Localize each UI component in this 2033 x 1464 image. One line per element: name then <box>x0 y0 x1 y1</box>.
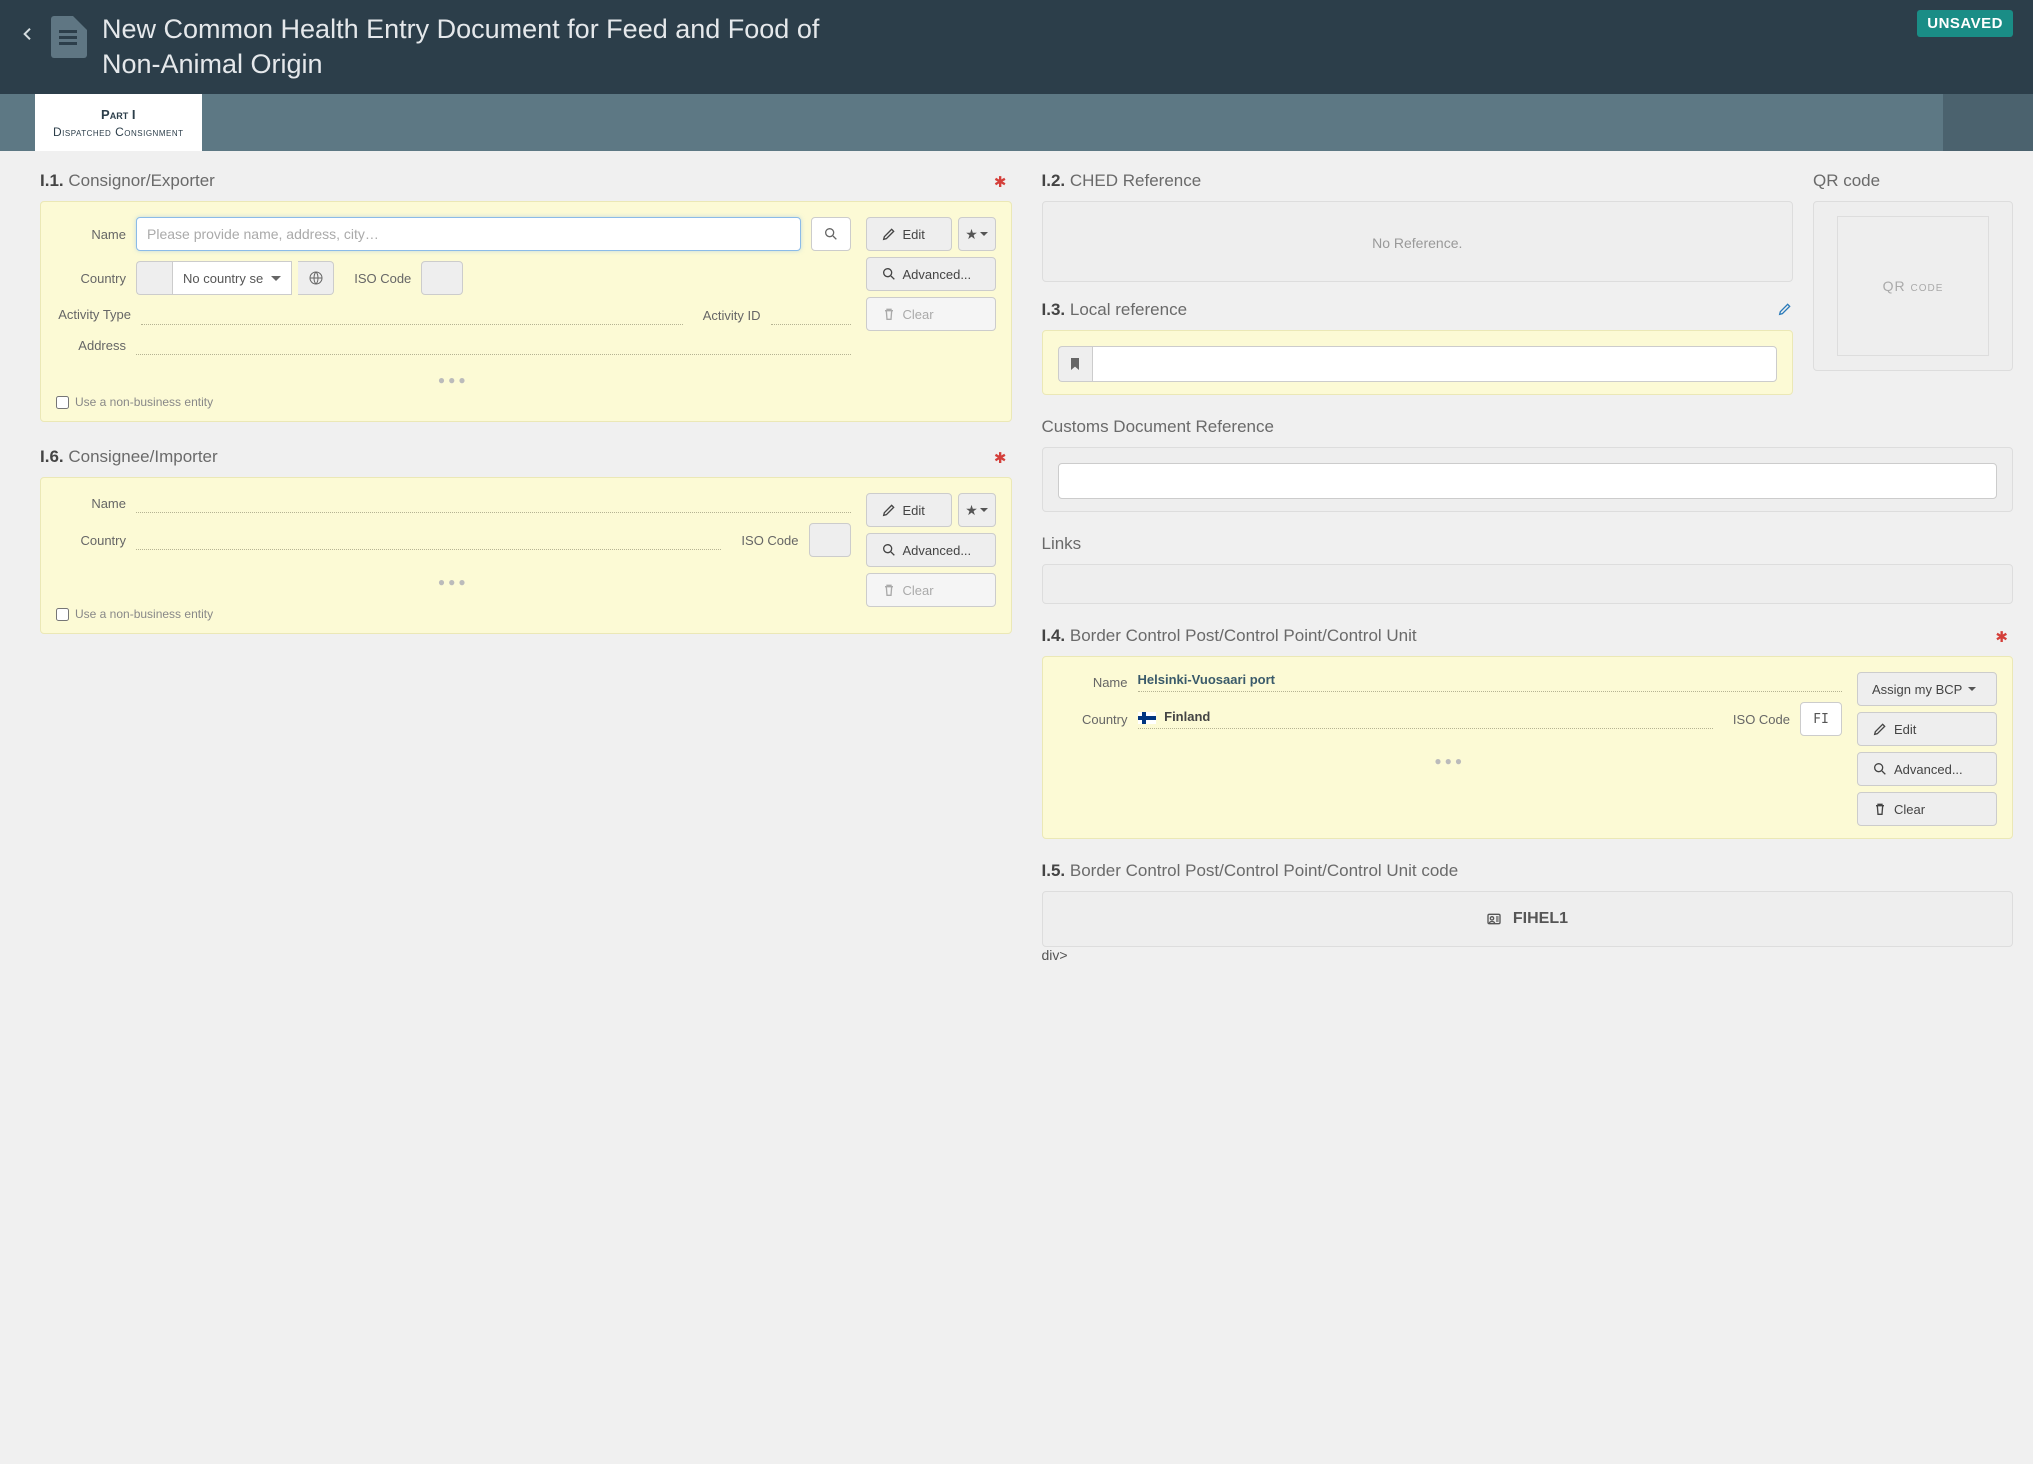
non-business-label: Use a non-business entity <box>75 607 213 621</box>
ellipsis-icon[interactable]: ●●● <box>56 365 851 395</box>
no-reference-text: No Reference. <box>1058 217 1778 269</box>
non-business-checkbox[interactable] <box>56 608 69 621</box>
non-business-checkbox[interactable] <box>56 396 69 409</box>
section-i4-title: I.4. Border Control Post/Control Point/C… <box>1042 626 2014 646</box>
tab-part-i[interactable]: Part I Dispatched Consignment <box>35 94 202 151</box>
bcp-name-value: Helsinki-Vuosaari port <box>1138 672 1843 692</box>
label-name: Name <box>1058 675 1128 690</box>
clear-button[interactable]: Clear <box>1857 792 1997 826</box>
content-area: I.1. Consignor/Exporter Name Country <box>0 151 2033 1003</box>
ched-reference-box: No Reference. <box>1042 201 1794 282</box>
iso-code-value: FI <box>1800 702 1842 736</box>
left-column: I.1. Consignor/Exporter Name Country <box>40 171 1012 963</box>
card-customs <box>1042 447 2014 512</box>
section-customs-title: Customs Document Reference <box>1042 417 2014 437</box>
page-title: New Common Health Entry Document for Fee… <box>102 12 882 82</box>
label-iso: ISO Code <box>1733 712 1790 727</box>
assign-bcp-button[interactable]: Assign my BCP <box>1857 672 1997 706</box>
favorite-button[interactable]: ★ <box>958 493 996 527</box>
label-iso: ISO Code <box>741 533 798 548</box>
section-qr-title: QR code <box>1813 171 2013 191</box>
label-country: Country <box>56 533 126 548</box>
label-activity-type: Activity Type <box>56 307 131 323</box>
ellipsis-icon[interactable]: ●●● <box>56 567 851 597</box>
card-consignee: Name Country ISO Code ●●● <box>40 477 1012 634</box>
edit-icon[interactable] <box>1777 301 1793 320</box>
customs-reference-input[interactable] <box>1058 463 1998 499</box>
status-badge: UNSAVED <box>1917 10 2013 37</box>
section-i2-title: I.2. CHED Reference <box>1042 171 1794 191</box>
label-activity-id: Activity ID <box>703 308 761 323</box>
favorite-button[interactable]: ★ <box>958 217 996 251</box>
non-business-label: Use a non-business entity <box>75 395 213 409</box>
bookmark-icon <box>1058 346 1092 382</box>
advanced-button[interactable]: Advanced... <box>1857 752 1997 786</box>
label-iso: ISO Code <box>354 271 411 286</box>
address-value <box>136 335 851 355</box>
iso-code-box <box>809 523 851 557</box>
bcp-country-value: Finland <box>1138 709 1713 729</box>
back-button[interactable] <box>20 17 36 49</box>
advanced-button[interactable]: Advanced... <box>866 257 996 291</box>
right-column: I.2. CHED Reference No Reference. I.3. L… <box>1042 171 2014 963</box>
section-i6-title: I.6. Consignee/Importer <box>40 447 1012 467</box>
search-button[interactable] <box>811 217 851 251</box>
country-select[interactable]: No country se <box>172 261 292 295</box>
activity-type-value <box>141 305 683 325</box>
section-i1-title: I.1. Consignor/Exporter <box>40 171 1012 191</box>
label-name: Name <box>56 227 126 242</box>
label-country: Country <box>1058 712 1128 727</box>
globe-icon <box>298 261 334 295</box>
flag-icon <box>1138 712 1156 724</box>
activity-id-value <box>771 305 851 325</box>
section-i5-title: I.5. Border Control Post/Control Point/C… <box>1042 861 2014 881</box>
page-header: New Common Health Entry Document for Fee… <box>0 0 2033 94</box>
document-icon <box>51 16 87 58</box>
edit-button[interactable]: Edit <box>866 493 952 527</box>
ellipsis-icon[interactable]: ●●● <box>1058 746 1843 776</box>
clear-button[interactable]: Clear <box>866 573 996 607</box>
consignee-name-value <box>136 493 851 513</box>
section-i3-title: I.3. Local reference <box>1042 300 1794 320</box>
tab-title: Part I <box>53 106 184 124</box>
label-address: Address <box>56 338 126 353</box>
bcp-code-value: FIHEL1 <box>1042 891 2014 947</box>
consignor-name-input[interactable] <box>136 217 801 251</box>
edit-button[interactable]: Edit <box>1857 712 1997 746</box>
edit-button[interactable]: Edit <box>866 217 952 251</box>
qr-placeholder: QR code <box>1837 216 1988 356</box>
card-consignor: Name Country No country se <box>40 201 1012 422</box>
label-name: Name <box>56 496 126 511</box>
card-bcp: Name Helsinki-Vuosaari port Country Finl… <box>1042 656 2014 839</box>
local-reference-input[interactable] <box>1092 346 1777 382</box>
section-links-title: Links <box>1042 534 2014 554</box>
advanced-button[interactable]: Advanced... <box>866 533 996 567</box>
card-links <box>1042 564 2014 604</box>
tabs: Part I Dispatched Consignment <box>0 94 2033 151</box>
clear-button[interactable]: Clear <box>866 297 996 331</box>
card-local-reference <box>1042 330 1794 395</box>
label-country: Country <box>56 271 126 286</box>
consignee-country-value <box>136 530 721 550</box>
tab-subtitle: Dispatched Consignment <box>53 124 184 141</box>
iso-code-box <box>421 261 463 295</box>
qr-code-box: QR code <box>1813 201 2013 371</box>
